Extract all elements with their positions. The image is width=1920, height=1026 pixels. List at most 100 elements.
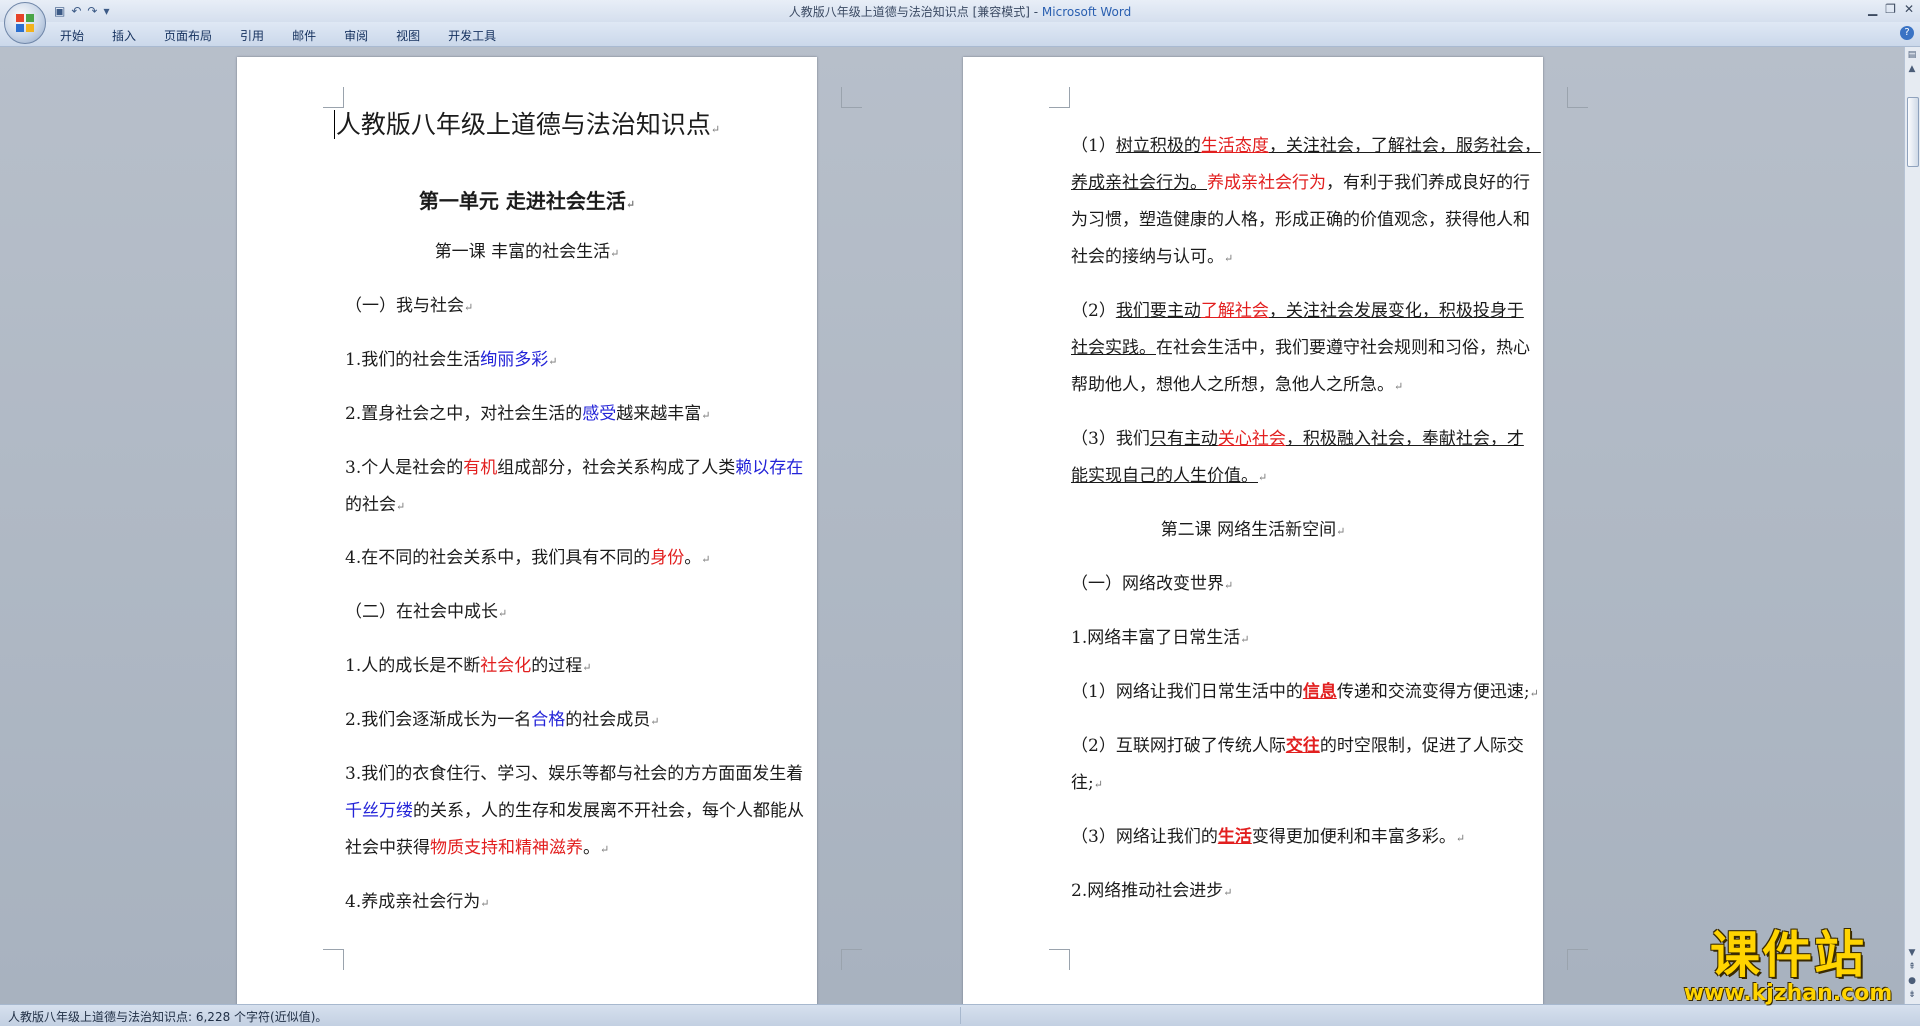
paragraph-mark: ↵ — [1224, 579, 1234, 592]
tab-view[interactable]: 视图 — [396, 27, 436, 44]
lesson-heading-text: 第一课 丰富的社会生活 — [434, 242, 611, 262]
doc-title: 人教版八年级上道德与法治知识点↵ — [237, 110, 817, 144]
paragraph: 3.个人是社会的有机组成部分，社会关系构成了人类赖以存在 — [345, 459, 803, 477]
tab-page-layout[interactable]: 页面布局 — [164, 27, 228, 44]
vertical-scrollbar[interactable]: ▤ ▲ ▼ ⇞ ● ⇟ — [1904, 47, 1920, 1004]
paragraph: 2.置身社会之中，对社会生活的感受越来越丰富↵ — [345, 405, 710, 425]
text-run: 4.在不同的社会关系中，我们具有不同的 — [345, 548, 651, 568]
underlined-text: 只有主动 — [1149, 429, 1218, 449]
paragraph: 4.在不同的社会关系中，我们具有不同的身份。↵ — [345, 549, 710, 569]
highlight-text: 身份 — [650, 548, 685, 568]
text-run: 3.我们的衣食住行、学习、娱乐等都与社会的方方面面发生着 — [345, 764, 804, 784]
app-name: Microsoft Word — [1041, 5, 1132, 19]
highlight-text: 养成亲社会行为 — [1207, 173, 1326, 193]
underlined-text: 养成亲社会行为。 — [1071, 173, 1207, 193]
text-run: 1.我们的社会生活 — [345, 350, 481, 370]
text-run: 的关系，人的生存和发展离不开社会，每个人都能从 — [413, 801, 804, 821]
margin-corner-mark — [841, 87, 862, 108]
paragraph-mark: ↵ — [464, 301, 474, 314]
text-run: 。 — [684, 548, 702, 568]
tab-developer[interactable]: 开发工具 — [448, 27, 512, 44]
ribbon-tabs: 开始 插入 页面布局 引用 邮件 审阅 视图 开发工具 — [60, 27, 524, 44]
highlight-text: 信息 — [1302, 682, 1337, 702]
highlight-text: 有机 — [463, 458, 498, 478]
scroll-thumb[interactable] — [1907, 97, 1919, 167]
text-run: 2.网络推动社会进步 — [1071, 881, 1224, 901]
paragraph-continuation: 往;↵ — [1071, 774, 1103, 794]
site-watermark: 课件站 www.kjzhan.com — [1672, 926, 1904, 1006]
paragraph: （2）我们要主动了解社会，关注社会发展变化，积极投身于 — [1071, 302, 1524, 320]
underlined-text: 能实现自己的人生价值。 — [1071, 466, 1258, 486]
highlight-text: 合格 — [531, 710, 566, 730]
margin-corner-mark — [1567, 87, 1588, 108]
text-run: 。 — [583, 838, 600, 858]
margin-corner-mark — [323, 949, 344, 970]
paragraph-continuation: 社会实践。在社会生活中，我们要遵守社会规则和习俗，热心 — [1071, 339, 1530, 357]
paragraph-mark: ↵ — [1258, 471, 1268, 484]
lesson-heading: 第二课 网络生活新空间↵ — [963, 521, 1543, 541]
highlight-text: 生活 — [1217, 827, 1252, 847]
text-run: （2） — [1071, 301, 1116, 321]
margin-corner-mark — [841, 949, 862, 970]
text-run: 组成部分，社会关系构成了人类 — [497, 458, 736, 478]
text-run: 传递和交流变得方便迅速; — [1336, 682, 1530, 702]
office-logo-icon — [16, 14, 34, 32]
document-area[interactable]: 人教版八年级上道德与法治知识点↵ 第一单元 走进社会生活↵ 第一课 丰富的社会生… — [0, 47, 1905, 1004]
next-page-icon[interactable]: ⇟ — [1906, 989, 1918, 1001]
margin-corner-mark — [1567, 949, 1588, 970]
paragraph-continuation: 能实现自己的人生价值。↵ — [1071, 467, 1267, 487]
help-icon[interactable]: ? — [1900, 26, 1914, 40]
highlight-text: 感受 — [582, 404, 617, 424]
paragraph-mark: ↵ — [610, 247, 620, 260]
office-button[interactable] — [4, 2, 46, 44]
paragraph: 2.我们会逐渐成长为一名合格的社会成员↵ — [345, 711, 659, 731]
previous-page-icon[interactable]: ⇞ — [1906, 961, 1918, 973]
page-left[interactable]: 人教版八年级上道德与法治知识点↵ 第一单元 走进社会生活↵ 第一课 丰富的社会生… — [237, 57, 862, 1004]
tab-insert[interactable]: 插入 — [112, 27, 152, 44]
text-run: 3.个人是社会的 — [345, 458, 464, 478]
paragraph-mark: ↵ — [396, 500, 406, 513]
paragraph-continuation: 社会的接纳与认可。↵ — [1071, 248, 1233, 268]
text-run: 往; — [1071, 773, 1094, 793]
paragraph-mark: ↵ — [600, 843, 610, 856]
tab-home[interactable]: 开始 — [60, 27, 100, 44]
text-run: （3）我们 — [1071, 429, 1150, 449]
scroll-up-icon[interactable]: ▲ — [1906, 63, 1918, 75]
underlined-text: ，关注社会，了解社会，服务社会， — [1268, 136, 1541, 156]
text-run: 2.置身社会之中，对社会生活的 — [345, 404, 583, 424]
tab-references[interactable]: 引用 — [240, 27, 280, 44]
highlight-text: 赖以存在 — [735, 458, 804, 478]
scroll-down-icon[interactable]: ▼ — [1906, 947, 1918, 959]
paragraph-mark: ↵ — [1336, 525, 1346, 538]
document-title: 人教版八年级上道德与法治知识点 [兼容模式] - — [788, 5, 1042, 19]
page-right[interactable]: （1）树立积极的生活态度，关注社会，了解社会，服务社会， 养成亲社会行为。养成亲… — [963, 57, 1588, 1004]
paragraph: 1.网络丰富了日常生活↵ — [1071, 629, 1249, 649]
tab-mailings[interactable]: 邮件 — [292, 27, 332, 44]
highlight-text: 关心社会 — [1217, 429, 1286, 449]
tab-review[interactable]: 审阅 — [344, 27, 384, 44]
text-run: 的社会 — [345, 495, 396, 515]
status-divider — [960, 1007, 961, 1024]
minimize-icon[interactable]: ▁ — [1868, 2, 1877, 16]
text-run: 的过程 — [531, 656, 583, 676]
unit-heading: 第一单元 走进社会生活↵ — [237, 190, 817, 216]
word-count-status[interactable]: 人教版八年级上道德与法治知识点: 6,228 个字符(近似值)。 — [8, 1008, 327, 1025]
underlined-text: 社会实践。 — [1071, 338, 1156, 358]
maximize-icon[interactable]: ❐ — [1885, 2, 1896, 16]
section-heading-text: （二）在社会中成长 — [345, 602, 498, 622]
ruler-toggle-icon[interactable]: ▤ — [1906, 49, 1918, 61]
paragraph: 4.养成亲社会行为↵ — [345, 893, 489, 913]
watermark-logo-text: 课件站 — [1710, 926, 1866, 984]
paragraph-mark: ↵ — [650, 715, 660, 728]
highlight-text: 生活态度 — [1200, 136, 1269, 156]
paragraph: 3.我们的衣食住行、学习、娱乐等都与社会的方方面面发生着 — [345, 765, 803, 783]
text-run: 2.我们会逐渐成长为一名 — [345, 710, 532, 730]
close-icon[interactable]: ✕ — [1904, 2, 1914, 16]
highlight-text: 交往 — [1285, 736, 1320, 756]
unit-heading-text: 第一单元 走进社会生活 — [418, 189, 626, 213]
doc-title-text: 人教版八年级上道德与法治知识点 — [335, 110, 711, 139]
text-run: ，有利于我们养成良好的行 — [1326, 173, 1530, 193]
select-browse-object-icon[interactable]: ● — [1906, 975, 1918, 987]
margin-corner-mark — [1049, 87, 1070, 108]
paragraph-mark: ↵ — [582, 661, 592, 674]
